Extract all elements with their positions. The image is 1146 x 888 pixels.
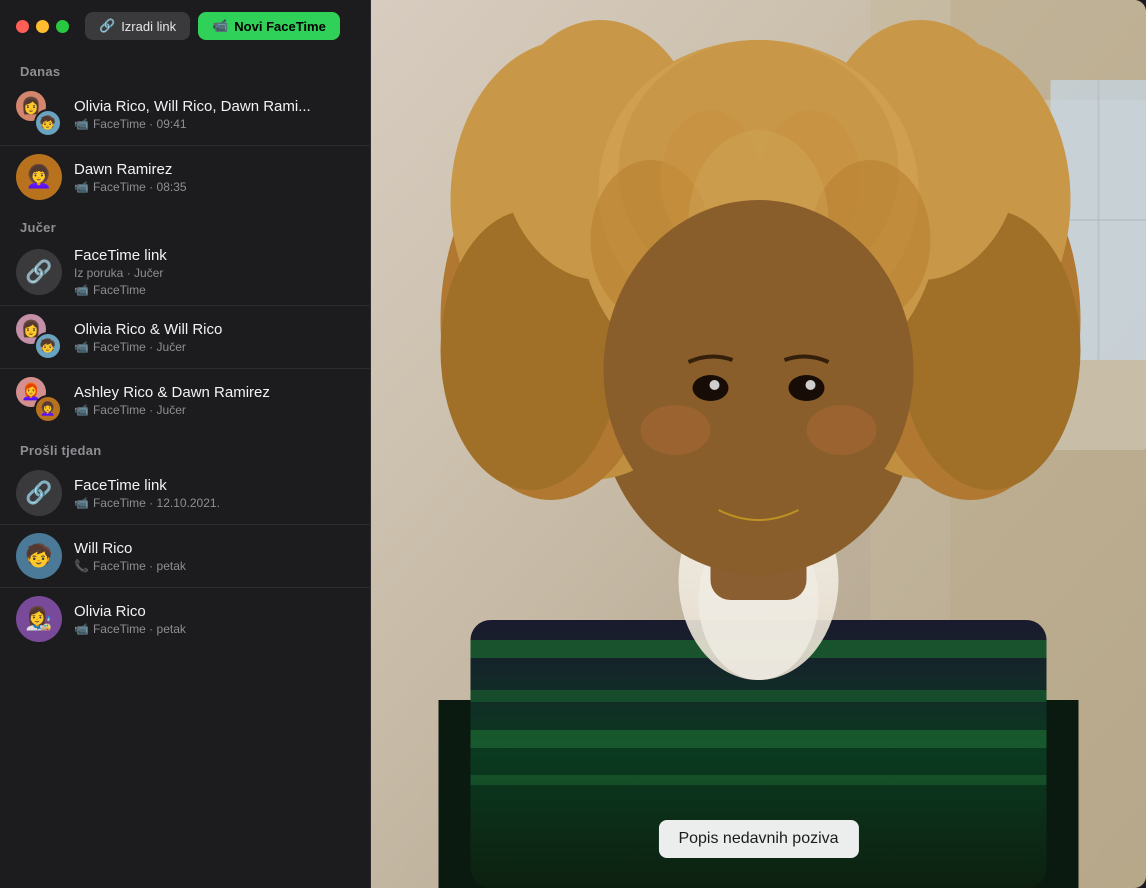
today-header: Danas xyxy=(0,52,370,83)
call-name: Olivia Rico, Will Rico, Dawn Rami... xyxy=(74,98,354,115)
call-info: Olivia Rico 📹 FaceTime · petak xyxy=(74,603,354,636)
list-item[interactable]: 👩‍🦰 👩‍🦱 Ashley Rico & Dawn Ramirez 📹 Fac… xyxy=(0,368,370,431)
video-cam-icon: 📹 xyxy=(74,283,89,297)
last-week-header: Prošli tjedan xyxy=(0,431,370,462)
call-info: Olivia Rico, Will Rico, Dawn Rami... 📹 F… xyxy=(74,98,354,131)
video-cam-icon: 📹 xyxy=(74,622,89,636)
call-info: Ashley Rico & Dawn Ramirez 📹 FaceTime · … xyxy=(74,384,354,417)
call-name: Olivia Rico & Will Rico xyxy=(74,321,354,338)
call-name: Dawn Ramirez xyxy=(74,161,354,178)
avatar: 👩‍🎨 xyxy=(16,596,62,642)
call-name: Ashley Rico & Dawn Ramirez xyxy=(74,384,354,401)
last-week-section: Prošli tjedan 🔗 FaceTime link 📹 FaceTime… xyxy=(0,431,370,650)
video-cam-icon: 📹 xyxy=(74,496,89,510)
yesterday-header: Jučer xyxy=(0,208,370,239)
call-meta: 📹 FaceTime · petak xyxy=(74,622,354,636)
avatar: 👩 🧒 xyxy=(16,91,62,137)
phone-icon: 📞 xyxy=(74,559,89,573)
avatar: 🔗 xyxy=(16,249,62,295)
call-meta: 📹 FaceTime · 09:41 xyxy=(74,117,354,131)
call-name: Will Rico xyxy=(74,540,354,557)
list-item[interactable]: 🔗 FaceTime link 📹 FaceTime · 12.10.2021. xyxy=(0,462,370,524)
call-info: Will Rico 📞 FaceTime · petak xyxy=(74,540,354,573)
call-meta: 📹 FaceTime · 08:35 xyxy=(74,180,354,194)
call-info: Dawn Ramirez 📹 FaceTime · 08:35 xyxy=(74,161,354,194)
video-cam-icon: 📹 xyxy=(74,117,89,131)
list-item[interactable]: 👩‍🦱 Dawn Ramirez 📹 FaceTime · 08:35 xyxy=(0,145,370,208)
call-meta: 📹 FaceTime · 12.10.2021. xyxy=(74,496,354,510)
caption: Popis nedavnih poziva xyxy=(658,820,858,858)
call-name: FaceTime link xyxy=(74,477,354,494)
create-link-button[interactable]: 🔗 Izradi link xyxy=(85,12,190,40)
caption-text: Popis nedavnih poziva xyxy=(678,830,838,847)
video-cam-icon: 📹 xyxy=(74,403,89,417)
new-facetime-label: Novi FaceTime xyxy=(234,19,326,34)
avatar: 👩 🧒 xyxy=(16,314,62,360)
main-content: Popis nedavnih poziva xyxy=(371,0,1146,888)
video-cam-icon: 📹 xyxy=(74,180,89,194)
list-item[interactable]: 👩‍🎨 Olivia Rico 📹 FaceTime · petak xyxy=(0,587,370,650)
minimize-button[interactable] xyxy=(36,20,49,33)
calls-list: Danas 👩 🧒 Olivia Rico, Will Rico, Dawn R… xyxy=(0,52,370,888)
call-meta: 📹 FaceTime · Jučer xyxy=(74,403,354,417)
link-icon: 🔗 xyxy=(99,18,115,34)
portrait-svg xyxy=(371,0,1146,888)
call-info: FaceTime link Iz poruka · Jučer 📹 FaceTi… xyxy=(74,247,354,297)
close-button[interactable] xyxy=(16,20,29,33)
list-item[interactable]: 🔗 FaceTime link Iz poruka · Jučer 📹 Face… xyxy=(0,239,370,305)
avatar: 👩‍🦱 xyxy=(16,154,62,200)
list-item[interactable]: 👩 🧒 Olivia Rico, Will Rico, Dawn Rami...… xyxy=(0,83,370,145)
video-cam-icon: 📹 xyxy=(74,340,89,354)
fullscreen-button[interactable] xyxy=(56,20,69,33)
call-meta: 📹 FaceTime · Jučer xyxy=(74,340,354,354)
yesterday-section: Jučer 🔗 FaceTime link Iz poruka · Jučer … xyxy=(0,208,370,431)
list-item[interactable]: 🧒 Will Rico 📞 FaceTime · petak xyxy=(0,524,370,587)
call-meta: Iz poruka · Jučer xyxy=(74,266,354,280)
call-info: Olivia Rico & Will Rico 📹 FaceTime · Juč… xyxy=(74,321,354,354)
create-link-label: Izradi link xyxy=(121,19,176,34)
titlebar: 🔗 Izradi link 📹 Novi FaceTime xyxy=(0,0,370,52)
sidebar: 🔗 Izradi link 📹 Novi FaceTime Danas 👩 🧒 xyxy=(0,0,370,888)
today-section: Danas 👩 🧒 Olivia Rico, Will Rico, Dawn R… xyxy=(0,52,370,208)
call-meta: 📞 FaceTime · petak xyxy=(74,559,354,573)
call-name: FaceTime link xyxy=(74,247,354,264)
video-icon: 📹 xyxy=(212,18,228,34)
call-meta-sub: 📹 FaceTime xyxy=(74,283,354,297)
avatar: 🧒 xyxy=(16,533,62,579)
call-name: Olivia Rico xyxy=(74,603,354,620)
call-info: FaceTime link 📹 FaceTime · 12.10.2021. xyxy=(74,477,354,510)
facetime-preview: Popis nedavnih poziva xyxy=(371,0,1146,888)
traffic-lights xyxy=(16,20,69,33)
new-facetime-button[interactable]: 📹 Novi FaceTime xyxy=(198,12,340,40)
list-item[interactable]: 👩 🧒 Olivia Rico & Will Rico 📹 FaceTime ·… xyxy=(0,305,370,368)
avatar: 🔗 xyxy=(16,470,62,516)
avatar: 👩‍🦰 👩‍🦱 xyxy=(16,377,62,423)
